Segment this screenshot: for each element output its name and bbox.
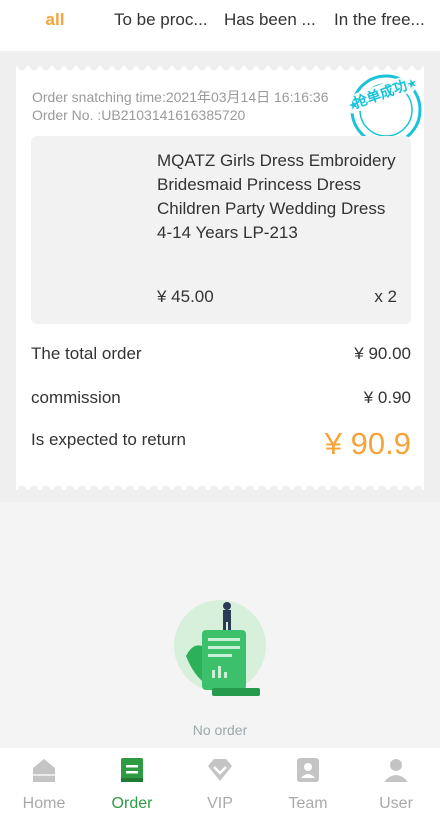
expected-return-value: ¥ 90.9 xyxy=(324,426,411,461)
no-order-illustration xyxy=(174,600,266,696)
commission-label: commission xyxy=(31,388,121,407)
bottom-navigation: Home Order VIP Team User xyxy=(0,748,440,821)
order-number: Order No. :UB2103141616385720 xyxy=(32,107,246,123)
commission-row: commission ¥ 0.90 xyxy=(31,388,411,408)
product-quantity: x 2 xyxy=(374,287,397,306)
home-icon xyxy=(33,759,55,782)
product-price: ¥ 45.00 xyxy=(157,287,214,306)
total-order-label: The total order xyxy=(31,344,142,363)
order-time: Order snatching time:2021年03月14日 16:16:3… xyxy=(32,89,329,105)
product-name: MQATZ Girls Dress Embroidery Bridesmaid … xyxy=(157,151,396,242)
nav-vip-label: VIP xyxy=(207,795,233,812)
nav-home-label: Home xyxy=(22,795,66,812)
tab-has-been[interactable]: Has been ... xyxy=(220,0,330,30)
order-card[interactable]: Order snatching time:2021年03月14日 16:16:3… xyxy=(16,66,424,490)
order-icon xyxy=(121,758,143,782)
commission-value: ¥ 0.90 xyxy=(363,388,411,407)
product-box[interactable]: MQATZ Girls Dress Embroidery Bridesmaid … xyxy=(31,136,411,324)
total-order-row: The total order ¥ 90.00 xyxy=(31,344,411,364)
nav-team-label: Team xyxy=(288,795,328,812)
nav-home[interactable]: Home xyxy=(0,748,88,821)
diamond-icon xyxy=(208,759,232,781)
nav-order[interactable]: Order xyxy=(88,748,176,821)
total-order-value: ¥ 90.00 xyxy=(354,344,411,363)
ticket-edge-bottom xyxy=(16,482,424,490)
tab-to-be-processed[interactable]: To be proc... xyxy=(110,0,220,30)
empty-state: No order xyxy=(0,502,440,748)
tab-in-the-freeze[interactable]: In the free... xyxy=(330,0,440,30)
expected-return-row: Is expected to return ¥ 90.9 xyxy=(31,426,411,461)
nav-team[interactable]: Team xyxy=(264,748,352,821)
tab-all[interactable]: all xyxy=(0,0,110,30)
no-order-text: No order xyxy=(192,722,248,738)
nav-user-label: User xyxy=(379,795,413,812)
team-icon xyxy=(297,758,319,782)
nav-user[interactable]: User xyxy=(352,748,440,821)
user-icon xyxy=(384,759,408,782)
nav-vip[interactable]: VIP xyxy=(176,748,264,821)
order-status-tabs: all To be proc... Has been ... In the fr… xyxy=(0,0,440,52)
expected-return-label: Is expected to return xyxy=(31,430,186,449)
order-list: Order snatching time:2021年03月14日 16:16:3… xyxy=(0,52,440,502)
nav-order-label: Order xyxy=(111,795,153,812)
